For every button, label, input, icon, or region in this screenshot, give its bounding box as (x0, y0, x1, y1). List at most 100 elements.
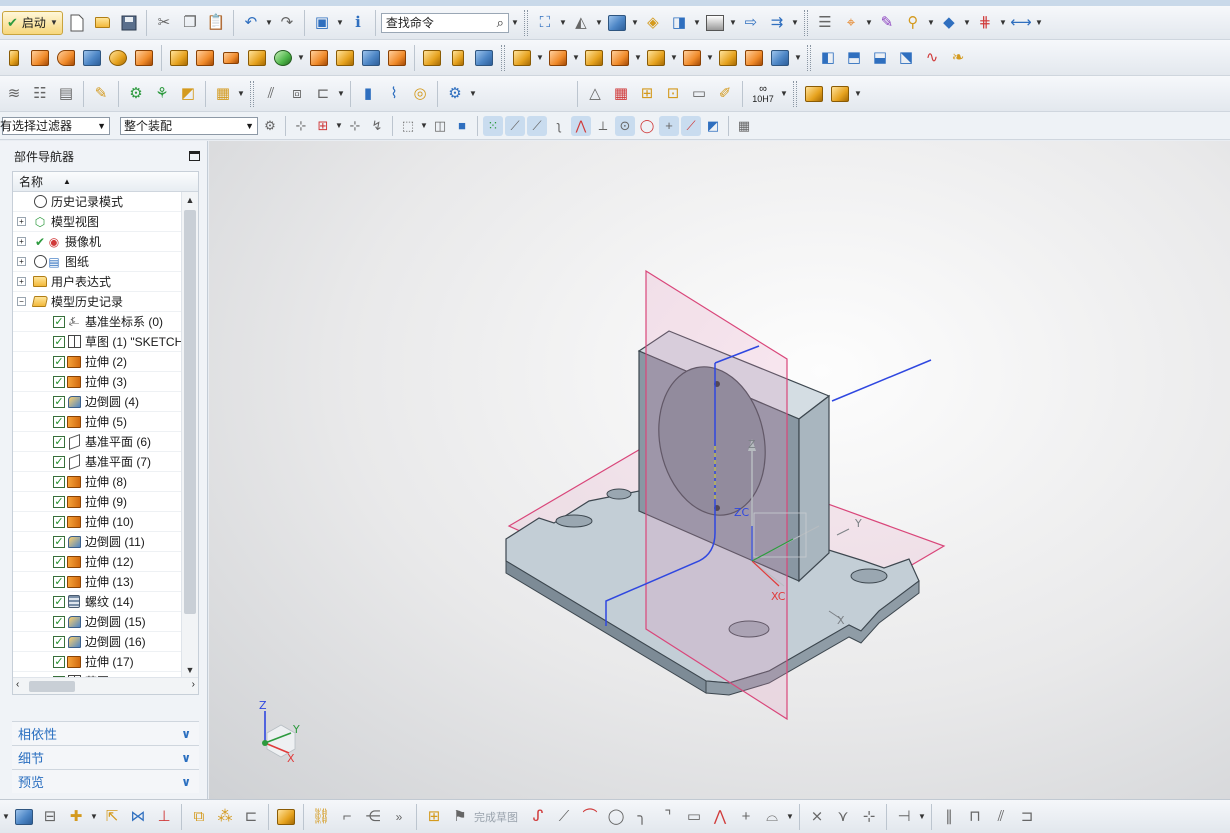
scroll-right-icon[interactable]: › (192, 679, 195, 690)
paste-icon[interactable]: 📋 (204, 11, 228, 35)
edit-section-icon[interactable]: ◈ (641, 11, 665, 35)
snap-existing-point-icon[interactable]: + (659, 115, 679, 136)
visibility-checkbox[interactable]: ✓ (53, 615, 65, 628)
circle-tool-icon[interactable]: ◯ (604, 805, 628, 829)
swept-surface-icon[interactable]: ⬔ (894, 46, 918, 70)
revolve-tool-icon[interactable] (54, 46, 78, 70)
visibility-checkbox[interactable]: ✓ (53, 415, 65, 428)
arc-tool-icon[interactable]: ⌒ (578, 805, 602, 829)
tree-horizontal-scrollbar[interactable]: ‹ › (13, 677, 198, 694)
preview-panel[interactable]: 预览 ∨ (12, 769, 199, 793)
expression-icon[interactable]: ✎ (89, 82, 113, 106)
feature-row[interactable]: ✓ 边倒圆 (4) (13, 392, 182, 412)
extrude-tool-icon[interactable] (28, 46, 52, 70)
chevron-down-icon[interactable]: ▼ (335, 121, 343, 130)
polygon-tool-icon[interactable]: ⋀ (708, 805, 732, 829)
fillet-tool-icon[interactable]: ╮ (630, 805, 654, 829)
chevron-down-icon[interactable]: ▼ (2, 812, 10, 821)
assembly-add-icon[interactable]: ⚙ (124, 82, 148, 106)
bearing-icon[interactable]: ◎ (408, 82, 432, 106)
chevron-down-icon[interactable]: ▼ (999, 18, 1007, 27)
boss-tool-icon[interactable] (106, 46, 130, 70)
feature-row[interactable]: ✓ 拉伸 (13) (13, 572, 182, 592)
array-tool-icon[interactable] (193, 46, 217, 70)
rectangle-select-icon[interactable]: ⬚ (398, 116, 418, 136)
new-file-icon[interactable] (65, 11, 89, 35)
brush-icon[interactable]: ✐ (713, 82, 737, 106)
visibility-checkbox[interactable]: ✓ (53, 435, 65, 448)
explode-view-icon[interactable]: ⧉ (187, 805, 211, 829)
feature-row[interactable]: ✓ ⍼ 基准坐标系 (0) (13, 312, 182, 332)
chamfer-tool-icon[interactable] (446, 46, 470, 70)
chevron-down-icon[interactable]: ▼ (670, 53, 678, 62)
details-panel[interactable]: 细节 ∨ (12, 745, 199, 769)
link-icon[interactable]: ⛓ (309, 805, 333, 829)
symbol-icon[interactable]: ⊞ (635, 82, 659, 106)
snap-grid-icon[interactable]: ▦ (734, 116, 754, 136)
expand-icon[interactable]: + (17, 217, 26, 226)
wave-link-icon[interactable]: ⫽ (259, 82, 283, 106)
offset-curve-icon[interactable]: ⌓ (760, 805, 784, 829)
part-view-icon[interactable]: ⊟ (38, 805, 62, 829)
chevron-down-icon[interactable]: ▼ (237, 89, 245, 98)
layers-icon[interactable]: ≋ (2, 82, 26, 106)
visibility-checkbox[interactable]: ✓ (53, 355, 65, 368)
view-orientation-triad[interactable]: Z Y X (259, 699, 300, 765)
scroll-up-icon[interactable]: ▲ (182, 192, 198, 208)
tree-item-history-mode[interactable]: 历史记录模式 (13, 192, 182, 212)
draft-tool-icon[interactable] (472, 46, 496, 70)
cut-icon[interactable]: ✂ (152, 11, 176, 35)
attribute-icon[interactable]: ▦ (211, 82, 235, 106)
triangle-icon[interactable]: △ (583, 82, 607, 106)
replace-face-icon[interactable] (608, 46, 632, 70)
show-constraints-icon[interactable]: ⊓ (963, 805, 987, 829)
add-component-icon[interactable]: ✚ (64, 805, 88, 829)
select-body-icon[interactable]: ◫ (430, 116, 450, 136)
snap-midpoint-icon[interactable]: ⟋ (527, 115, 547, 136)
move-object-icon[interactable]: ⇨ (739, 11, 763, 35)
chevron-down-icon[interactable]: ▼ (511, 18, 519, 27)
chevron-down-icon[interactable]: ▼ (469, 89, 477, 98)
profile-tool-icon[interactable]: ᔑ (526, 805, 550, 829)
chevron-down-icon[interactable]: ▼ (420, 121, 428, 130)
filter-settings-icon[interactable]: ⚙ (260, 116, 280, 136)
visibility-checkbox[interactable]: ✓ (53, 475, 65, 488)
trim-body-icon[interactable] (307, 46, 331, 70)
sub-assembly-icon[interactable] (828, 82, 852, 106)
chevron-down-icon[interactable]: ▼ (634, 53, 642, 62)
analysis-icon[interactable]: ⚲ (901, 11, 925, 35)
dimension-tool-icon[interactable]: ⊣ (892, 805, 916, 829)
tree-item-model-history[interactable]: − 模型历史记录 (13, 292, 182, 312)
sketch-tool-icon[interactable] (2, 46, 26, 70)
chevron-down-icon[interactable]: ▼ (90, 812, 98, 821)
chevron-down-icon[interactable]: ▼ (265, 18, 273, 27)
visibility-checkbox[interactable]: ✓ (53, 375, 65, 388)
sheet-stack-icon[interactable]: ▤ (54, 82, 78, 106)
spline-tool-icon[interactable]: ❧ (946, 46, 970, 70)
chamfer-tool-icon[interactable]: ⌝ (656, 805, 680, 829)
selection-window-icon[interactable]: ▣ (310, 11, 334, 35)
tree-vertical-scrollbar[interactable]: ▲ ▼ (181, 192, 198, 678)
graphics-window[interactable]: ZC XC Z Y X Z Y X (209, 141, 1230, 799)
feature-row[interactable]: ✓ 拉伸 (5) (13, 412, 182, 432)
select-feature-icon[interactable]: ⊹ (291, 116, 311, 136)
visibility-checkbox[interactable]: ✓ (53, 495, 65, 508)
combine-tool-icon[interactable] (245, 46, 269, 70)
chevron-down-icon[interactable]: ▼ (865, 18, 873, 27)
snap-endpoint-icon[interactable]: ⟋ (505, 115, 525, 136)
snap-view-icon[interactable]: ◆ (937, 11, 961, 35)
visibility-checkbox[interactable]: ✓ (53, 315, 65, 328)
unite-tool-icon[interactable] (510, 46, 534, 70)
table-icon[interactable]: ▦ (609, 82, 633, 106)
maximize-icon[interactable] (189, 151, 200, 161)
chevron-down-icon[interactable]: ▼ (559, 18, 567, 27)
start-button[interactable]: ✔ 启动 ▼ (2, 10, 63, 35)
command-search-input[interactable]: 查找命令 ⌕ (380, 12, 509, 33)
snap-quadrant-icon[interactable]: ◯ (637, 116, 657, 136)
offset-face-icon[interactable] (359, 46, 383, 70)
name-column-header[interactable]: 名称 ▲ (13, 172, 198, 192)
curve-tool-icon[interactable]: ∿ (920, 46, 944, 70)
snap-intersection-icon[interactable]: ⋀ (571, 115, 591, 136)
feature-row[interactable]: ✓ 边倒圆 (15) (13, 612, 182, 632)
chevron-down-icon[interactable]: ▼ (786, 812, 794, 821)
